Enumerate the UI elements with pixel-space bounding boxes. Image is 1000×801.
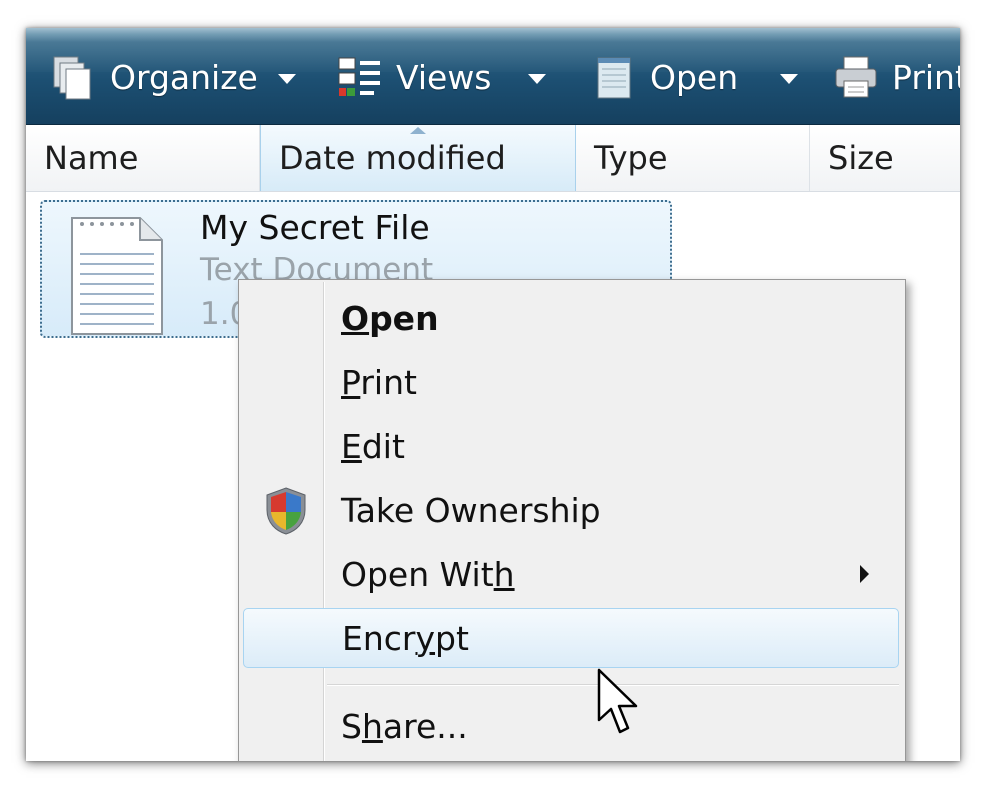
text-document-icon (71, 217, 163, 335)
column-type[interactable]: Type (576, 125, 810, 191)
command-bar: Organize Views Open Prin (26, 28, 960, 125)
column-date-modified-label: Date modified (279, 139, 506, 177)
menu-item-print-label: Print (341, 362, 417, 402)
views-label: Views (396, 57, 492, 97)
print-button[interactable]: Print (832, 50, 960, 104)
menu-item-print[interactable]: Print (243, 352, 899, 412)
file-name: My Secret File (200, 208, 430, 247)
explorer-window: Organize Views Open Prin Name Date modif… (26, 28, 960, 761)
printer-icon (835, 56, 877, 98)
column-name-label: Name (44, 139, 139, 177)
print-label: Print (892, 57, 960, 97)
menu-item-edit[interactable]: Edit (243, 416, 899, 476)
submenu-arrow-icon (860, 565, 869, 583)
open-dropdown-icon (780, 74, 799, 84)
column-header: Name Date modified Type Size (26, 125, 960, 192)
organize-label: Organize (110, 57, 258, 97)
menu-item-open[interactable]: Open (243, 288, 899, 348)
column-date-modified[interactable]: Date modified (260, 125, 576, 191)
menu-item-open-with[interactable]: Open With (243, 544, 899, 604)
open-label: Open (650, 57, 739, 97)
column-type-label: Type (594, 139, 668, 177)
menu-item-encrypt-label: Encrypt (342, 618, 469, 658)
column-size[interactable]: Size (810, 125, 960, 191)
menu-item-edit-label: Edit (341, 426, 405, 466)
views-icon (338, 57, 380, 96)
menu-item-share[interactable]: Share... (243, 696, 899, 756)
sort-ascending-icon (410, 127, 426, 134)
column-name[interactable]: Name (26, 125, 260, 191)
uac-shield-icon (266, 487, 306, 535)
views-dropdown-icon (527, 74, 546, 84)
notepad-icon (597, 57, 631, 99)
context-menu: Open Print Edit Take Ownership Open With… (238, 279, 906, 761)
menu-item-open-with-label: Open With (341, 554, 515, 594)
mouse-pointer-icon (597, 668, 638, 734)
column-size-label: Size (828, 139, 894, 177)
menu-item-take-ownership-label: Take Ownership (341, 490, 601, 530)
menu-item-open-label: Open (341, 298, 439, 338)
organize-icon (53, 56, 91, 100)
menu-item-share-label: Share... (341, 706, 468, 746)
views-button[interactable]: Views (336, 50, 546, 104)
organize-dropdown-icon (277, 74, 296, 84)
organize-button[interactable]: Organize (50, 50, 296, 104)
menu-item-encrypt[interactable]: Encrypt (243, 608, 899, 668)
menu-item-take-ownership[interactable]: Take Ownership (243, 480, 899, 540)
open-button[interactable]: Open (590, 50, 799, 104)
